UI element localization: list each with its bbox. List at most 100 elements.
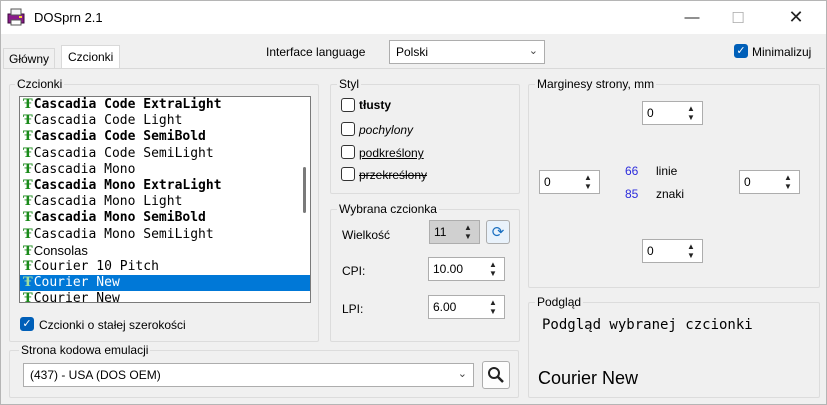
preview-font-name: Courier New <box>538 368 639 388</box>
spin-down-icon[interactable]: ▼ <box>485 307 501 316</box>
margin-left-value: 0 <box>544 175 551 189</box>
font-listbox[interactable]: ŦCascadia Code ExtraLight ŦCascadia Code… <box>19 96 311 303</box>
font-list-scrollbar[interactable] <box>303 167 306 213</box>
spin-up-icon[interactable]: ▲ <box>460 223 476 232</box>
font-list-item[interactable]: ŦCascadia Code ExtraLight <box>20 97 310 113</box>
font-list-item-label: Cascadia Code SemiBold <box>33 129 206 145</box>
fonts-group-title: Czcionki <box>15 77 65 91</box>
italic-checkbox[interactable] <box>341 122 355 136</box>
font-list-item-label: Courier 10 Pitch <box>33 258 159 274</box>
font-list-item[interactable]: ŦConsolas <box>20 243 310 259</box>
spin-down-icon[interactable]: ▼ <box>683 251 699 260</box>
truetype-icon: Ŧ <box>23 210 33 226</box>
margin-top-spinner[interactable]: 0 ▲ ▼ <box>642 101 703 125</box>
underline-checkbox[interactable] <box>341 145 355 159</box>
bold-checkbox[interactable] <box>341 98 355 112</box>
spin-up-icon[interactable]: ▲ <box>485 260 501 269</box>
codepage-select[interactable]: (437) - USA (DOS OEM) ⌄ <box>23 363 474 387</box>
font-list-item-selected[interactable]: ŦCourier New <box>20 275 310 292</box>
truetype-icon: Ŧ <box>23 291 33 303</box>
truetype-icon: Ŧ <box>23 194 33 210</box>
spin-down-icon[interactable]: ▼ <box>580 182 596 191</box>
font-list-item[interactable]: ŦCascadia Mono <box>20 162 310 178</box>
font-list-item-label: Cascadia Code Light <box>33 113 183 129</box>
font-list-item-label: Cascadia Mono ExtraLight <box>33 177 222 193</box>
strikeout-label: przekreślony <box>359 168 428 182</box>
chars-label: znaki <box>656 187 685 201</box>
truetype-icon: Ŧ <box>23 258 33 274</box>
truetype-icon: Ŧ <box>23 177 33 193</box>
lpi-label: LPI: <box>342 302 364 316</box>
style-group-title: Styl <box>337 77 362 91</box>
margin-right-spinner[interactable]: 0 ▲ ▼ <box>739 170 800 194</box>
codepage-group-title: Strona kodowa emulacji <box>19 343 151 357</box>
truetype-icon: Ŧ <box>23 145 33 161</box>
spin-down-icon[interactable]: ▼ <box>683 113 699 122</box>
fixed-width-checkbox[interactable]: ✓ <box>20 317 34 331</box>
title-bar: DOSprn 2.1 — ☐ ✕ <box>1 1 826 34</box>
cpi-spinner[interactable]: 10.00 ▲ ▼ <box>428 257 505 281</box>
minimize-checkbox[interactable]: ✓ <box>734 44 748 58</box>
strikeout-checkbox[interactable] <box>341 167 355 181</box>
font-list-item-label: Cascadia Mono <box>33 161 136 177</box>
spin-down-icon[interactable]: ▼ <box>485 269 501 278</box>
margins-group-title: Marginesy strony, mm <box>535 77 657 91</box>
margin-top-value: 0 <box>647 106 654 120</box>
interface-language-value: Polski <box>396 45 429 59</box>
font-list-item[interactable]: ŦCascadia Mono SemiLight <box>20 227 310 243</box>
lpi-spinner[interactable]: 6.00 ▲ ▼ <box>428 295 505 319</box>
font-list-item[interactable]: ŦCascadia Mono Light <box>20 194 310 210</box>
font-list-item-label: Courier New <box>33 291 120 303</box>
underline-label: podkreślony <box>359 146 424 160</box>
font-list-item[interactable]: ŦCourier New <box>20 291 310 303</box>
font-list-item[interactable]: ŦCourier 10 Pitch <box>20 259 310 275</box>
spin-down-icon[interactable]: ▼ <box>460 232 476 241</box>
size-spinner[interactable]: 11 ▲ ▼ <box>429 220 480 244</box>
app-window: DOSprn 2.1 — ☐ ✕ Główny Czcionki Interfa… <box>0 0 827 405</box>
truetype-icon: Ŧ <box>23 97 33 112</box>
search-icon <box>488 367 504 383</box>
margin-bottom-value: 0 <box>647 244 654 258</box>
tab-czcionki[interactable]: Czcionki <box>61 45 121 69</box>
font-list-item[interactable]: ŦCascadia Mono SemiBold <box>20 210 310 226</box>
interface-language-select[interactable]: Polski ⌄ <box>389 40 545 64</box>
tab-czcionki-label: Czcionki <box>68 50 114 64</box>
bold-label: tłusty <box>359 98 392 112</box>
font-list-item[interactable]: ŦCascadia Mono ExtraLight <box>20 178 310 194</box>
maximize-window-button[interactable]: ☐ <box>715 1 761 34</box>
lpi-value: 6.00 <box>433 300 457 314</box>
codepage-search-button[interactable] <box>482 361 510 389</box>
margin-left-spinner[interactable]: 0 ▲ ▼ <box>539 170 600 194</box>
printer-app-icon <box>7 8 25 26</box>
spin-down-icon[interactable]: ▼ <box>780 182 796 191</box>
font-list-item[interactable]: ŦCascadia Code SemiBold <box>20 129 310 145</box>
preview-group-title: Podgląd <box>535 295 584 309</box>
font-list-item-label: Cascadia Code ExtraLight <box>33 97 222 112</box>
tab-glowny-label: Główny <box>9 52 50 66</box>
cpi-label: CPI: <box>342 264 366 278</box>
tab-glowny[interactable]: Główny <box>3 48 56 69</box>
spin-up-icon[interactable]: ▲ <box>780 173 796 182</box>
spin-up-icon[interactable]: ▲ <box>580 173 596 182</box>
close-window-button[interactable]: ✕ <box>773 1 819 34</box>
font-list-item[interactable]: ŦCascadia Code Light <box>20 113 310 129</box>
margin-right-value: 0 <box>744 175 751 189</box>
font-list-item-label: Courier New <box>33 275 120 291</box>
codepage-value: (437) - USA (DOS OEM) <box>30 368 161 382</box>
minimize-window-button[interactable]: — <box>669 1 715 34</box>
refresh-size-button[interactable]: ⟳ <box>486 220 510 244</box>
size-value: 11 <box>434 225 447 239</box>
preview-sample-clip: Podgląd wybranej czcionki <box>533 311 819 335</box>
spin-up-icon[interactable]: ▲ <box>485 298 501 307</box>
truetype-icon: Ŧ <box>23 275 33 291</box>
window-title: DOSprn 2.1 <box>34 10 103 25</box>
margin-bottom-spinner[interactable]: 0 ▲ ▼ <box>642 239 703 263</box>
truetype-icon: Ŧ <box>23 113 33 129</box>
selected-font-group-title: Wybrana czcionka <box>337 202 439 216</box>
chars-count: 85 <box>625 187 639 201</box>
spin-up-icon[interactable]: ▲ <box>683 104 699 113</box>
spin-up-icon[interactable]: ▲ <box>683 242 699 251</box>
lines-label: linie <box>656 164 678 178</box>
font-list-item[interactable]: ŦCascadia Code SemiLight <box>20 146 310 162</box>
lines-count: 66 <box>625 164 639 178</box>
